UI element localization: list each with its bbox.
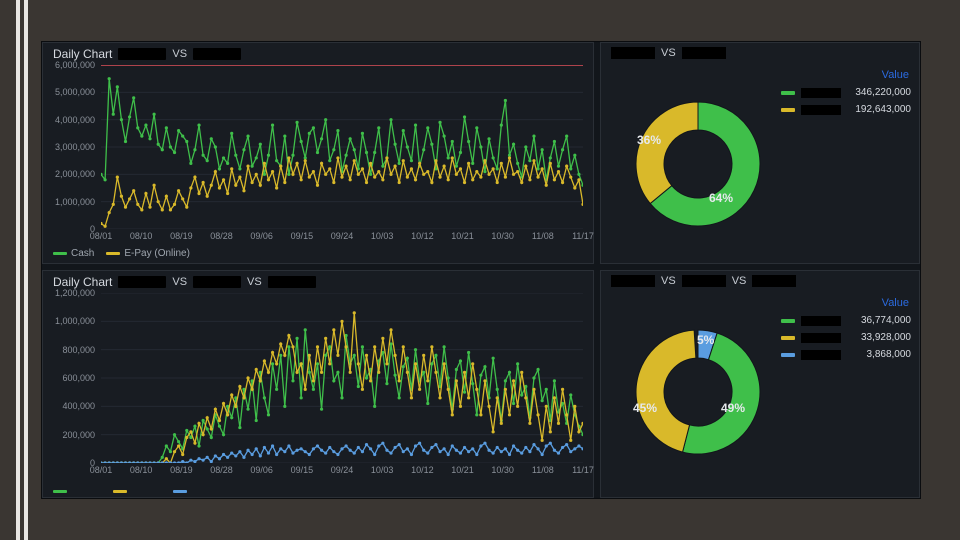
slice-percent: 49% bbox=[721, 401, 745, 415]
x-axis-labels: 08/0108/1008/1908/2809/0609/1509/2410/03… bbox=[101, 465, 583, 477]
panel-title: Daily Chart VS VS bbox=[53, 275, 316, 289]
vs-label: VS bbox=[661, 47, 676, 59]
panel-donut-bottom: VS VS Value 49% 45% 5% 36,774,000 33,928… bbox=[600, 270, 920, 498]
redacted-label bbox=[682, 275, 726, 287]
redacted-label bbox=[801, 88, 841, 98]
redacted-label bbox=[682, 47, 726, 59]
slice-percent: 64% bbox=[709, 191, 733, 205]
chart-plot-area bbox=[101, 65, 583, 229]
redacted-label bbox=[801, 333, 841, 343]
redacted-label bbox=[611, 47, 655, 59]
redacted-label bbox=[752, 275, 796, 287]
redacted-label bbox=[118, 276, 166, 288]
redacted-label bbox=[193, 48, 241, 60]
slice-percent: 45% bbox=[633, 401, 657, 415]
value-header: Value bbox=[882, 69, 909, 81]
legend-swatch bbox=[53, 252, 67, 255]
legend-item: 3,868,000 bbox=[781, 349, 911, 360]
legend-swatch bbox=[781, 353, 795, 357]
legend-swatch bbox=[781, 319, 795, 323]
title-text: Daily Chart bbox=[53, 47, 112, 61]
donut-chart: 64% 36% bbox=[623, 89, 773, 239]
vs-label: VS bbox=[247, 276, 262, 288]
chart-legend: Cash E-Pay (Online) bbox=[53, 248, 190, 259]
legend-item: 346,220,000 bbox=[781, 87, 911, 98]
legend-swatch bbox=[106, 252, 120, 255]
redacted-label bbox=[268, 276, 316, 288]
legend-swatch bbox=[173, 490, 187, 493]
panel-title: Daily Chart VS bbox=[53, 47, 241, 61]
redacted-label bbox=[801, 316, 841, 326]
panel-daily-chart-top: Daily Chart VS 01,000,0002,000,0003,000,… bbox=[42, 42, 594, 264]
legend-item bbox=[173, 490, 221, 493]
legend-value: 3,868,000 bbox=[847, 349, 911, 360]
y-axis-labels: 01,000,0002,000,0003,000,0004,000,0005,0… bbox=[47, 65, 97, 229]
legend-item bbox=[113, 490, 161, 493]
legend-swatch bbox=[113, 490, 127, 493]
redacted-label bbox=[611, 275, 655, 287]
legend-swatch bbox=[53, 490, 67, 493]
legend-value: 36,774,000 bbox=[847, 315, 911, 326]
donut-chart: 49% 45% 5% bbox=[623, 317, 773, 467]
legend-swatch bbox=[781, 91, 795, 95]
line-chart-svg bbox=[101, 65, 583, 229]
legend-item: E-Pay (Online) bbox=[106, 248, 190, 259]
slice-percent: 5% bbox=[697, 333, 714, 347]
redacted-label bbox=[193, 276, 241, 288]
panel-title: VS bbox=[611, 47, 726, 59]
legend-item: Cash bbox=[53, 248, 94, 259]
chart-legend bbox=[53, 490, 221, 493]
donut-legend: 36,774,000 33,928,000 3,868,000 bbox=[781, 315, 911, 366]
vs-label: VS bbox=[172, 276, 187, 288]
legend-item: 192,643,000 bbox=[781, 104, 911, 115]
legend-swatch bbox=[781, 108, 795, 112]
legend-swatch bbox=[781, 336, 795, 340]
legend-value: 346,220,000 bbox=[847, 87, 911, 98]
vs-label: VS bbox=[172, 48, 187, 60]
title-text: Daily Chart bbox=[53, 275, 112, 289]
legend-value: 33,928,000 bbox=[847, 332, 911, 343]
value-header: Value bbox=[882, 297, 909, 309]
y-axis-labels: 0200,000400,000600,000800,0001,000,0001,… bbox=[47, 293, 97, 463]
vs-label: VS bbox=[732, 275, 747, 287]
decorative-stripes bbox=[16, 0, 30, 540]
dashboard: Daily Chart VS 01,000,0002,000,0003,000,… bbox=[42, 42, 920, 498]
legend-item: 33,928,000 bbox=[781, 332, 911, 343]
legend-label: E-Pay (Online) bbox=[124, 248, 190, 259]
redacted-label bbox=[801, 105, 841, 115]
panel-daily-chart-bottom: Daily Chart VS VS 0200,000400,000600,000… bbox=[42, 270, 594, 498]
x-axis-labels: 08/0108/1008/1908/2809/0609/1509/2410/03… bbox=[101, 231, 583, 243]
donut-legend: 346,220,000 192,643,000 bbox=[781, 87, 911, 121]
redacted-label bbox=[118, 48, 166, 60]
redacted-label bbox=[801, 350, 841, 360]
legend-value: 192,643,000 bbox=[847, 104, 911, 115]
line-chart-svg bbox=[101, 293, 583, 463]
legend-item bbox=[53, 490, 101, 493]
chart-plot-area bbox=[101, 293, 583, 463]
legend-label: Cash bbox=[71, 248, 94, 259]
panel-title: VS VS bbox=[611, 275, 796, 287]
vs-label: VS bbox=[661, 275, 676, 287]
panel-donut-top: VS Value 64% 36% 346,220,000 192,643,000 bbox=[600, 42, 920, 264]
legend-item: 36,774,000 bbox=[781, 315, 911, 326]
donut-svg bbox=[623, 89, 773, 239]
slice-percent: 36% bbox=[637, 133, 661, 147]
